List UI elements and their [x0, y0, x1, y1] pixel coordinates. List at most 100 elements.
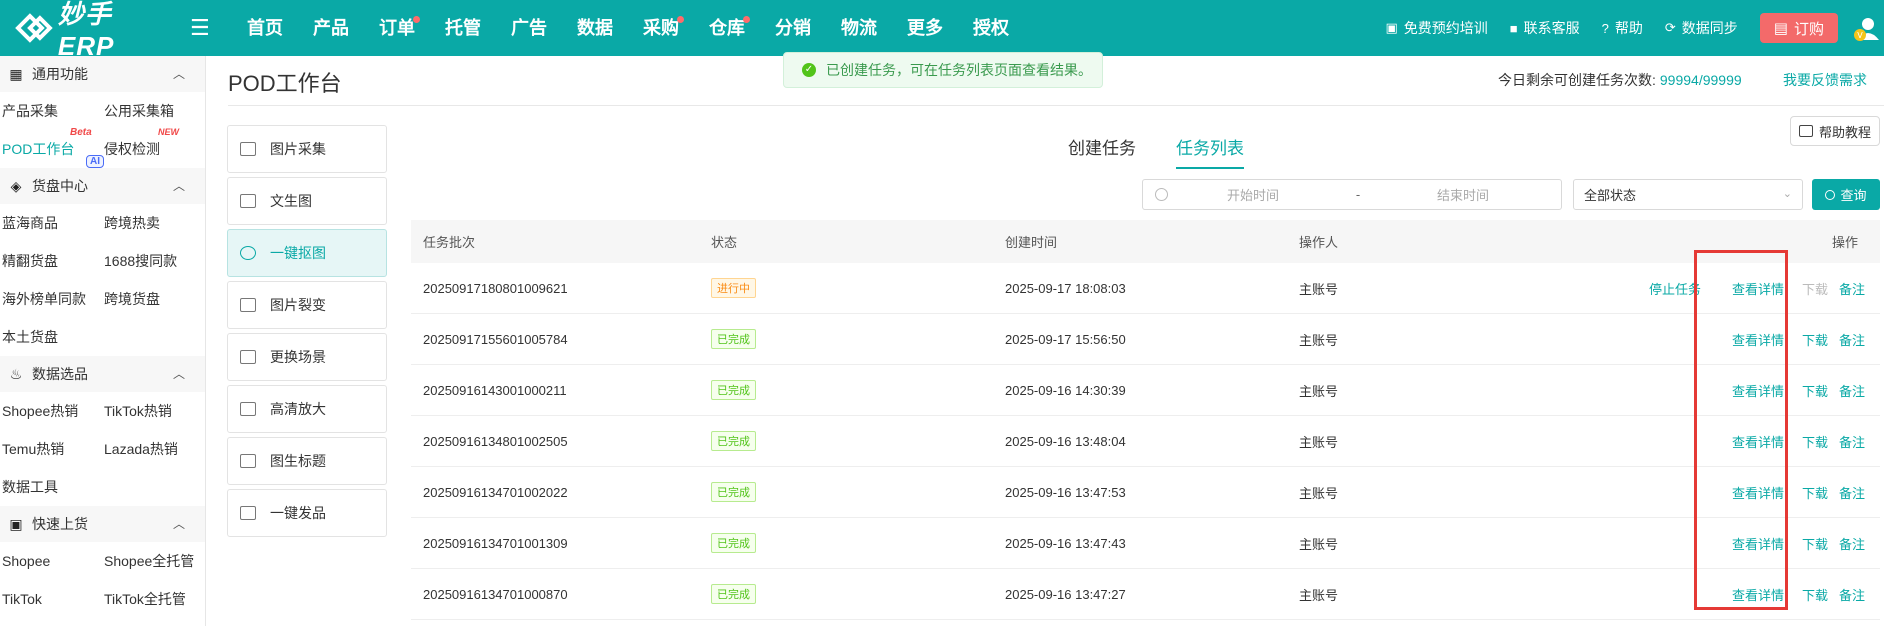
- note-link[interactable]: 备注: [1839, 381, 1865, 400]
- highlight-box: [1694, 250, 1788, 610]
- note-link[interactable]: 备注: [1839, 279, 1865, 298]
- tool-icon: [240, 350, 256, 364]
- sidebar-item[interactable]: Lazada热销: [102, 439, 204, 459]
- free-training-link[interactable]: ▣ 免费预约培训: [1386, 18, 1488, 38]
- table-row: 20250916134701001309 已完成 2025-09-16 13:47:…: [411, 518, 1880, 569]
- tab-task-list[interactable]: 任务列表: [1176, 134, 1244, 169]
- nav-item[interactable]: 采购: [628, 0, 694, 56]
- range-separator: -: [1355, 187, 1361, 202]
- sidebar-item[interactable]: 本土货盘: [0, 327, 102, 347]
- table-row: 20250916134701002022 已完成 2025-09-16 13:47:…: [411, 467, 1880, 518]
- sidebar-item[interactable]: 数据工具: [0, 477, 102, 497]
- sidebar-item[interactable]: TikTok全托管: [102, 589, 204, 609]
- sidebar-section-header[interactable]: ▣ 快速上货 ︿: [0, 506, 205, 542]
- sidebar-item[interactable]: TikTok: [0, 591, 102, 607]
- table-row: 20250916134801002505 已完成 2025-09-16 13:48:…: [411, 416, 1880, 467]
- notification-dot: [677, 16, 684, 23]
- sidebar-item[interactable]: 蓝海商品: [0, 213, 102, 233]
- sidebar-item[interactable]: 精翻货盘: [0, 251, 102, 271]
- sidebar-item[interactable]: TikTok热销: [102, 401, 204, 421]
- query-button[interactable]: 查询: [1812, 179, 1880, 210]
- task-table: 任务批次 状态 创建时间 操作人 操作 20250917180801009621…: [411, 220, 1880, 620]
- logo[interactable]: 妙手ERP: [8, 0, 168, 62]
- sidebar-item[interactable]: Shopee: [0, 553, 102, 569]
- date-range-picker[interactable]: 开始时间 - 结束时间: [1142, 179, 1562, 210]
- status-select[interactable]: 全部状态 ⌄: [1573, 179, 1803, 210]
- start-time-input[interactable]: 开始时间: [1178, 185, 1328, 204]
- batch-id: 20250916134701000870: [423, 586, 568, 602]
- download-link[interactable]: 下载: [1802, 585, 1828, 604]
- sidebar-row: POD工作台 Beta AI 侵权检测 NEW: [0, 127, 205, 168]
- feedback-link[interactable]: 我要反馈需求: [1783, 70, 1867, 90]
- sidebar-section-header[interactable]: ◈ 货盘中心 ︿: [0, 168, 205, 204]
- note-link[interactable]: 备注: [1839, 585, 1865, 604]
- tab-create-task[interactable]: 创建任务: [1068, 134, 1136, 169]
- nav-item[interactable]: 更多: [892, 0, 958, 56]
- data-sync-link[interactable]: ⟳ 数据同步: [1665, 18, 1738, 38]
- tool-item[interactable]: 图片裂变: [227, 281, 387, 329]
- sidebar-item[interactable]: 公用采集箱: [102, 101, 204, 121]
- sidebar-item[interactable]: 侵权检测 NEW: [102, 127, 204, 159]
- status-badge: 进行中: [711, 278, 756, 298]
- tool-item[interactable]: 一键抠图: [227, 229, 387, 277]
- download-link[interactable]: 下载: [1802, 381, 1828, 400]
- sidebar-item-label: POD工作台: [2, 141, 75, 157]
- sidebar-section-header[interactable]: ♨ 数据选品 ︿: [0, 356, 205, 392]
- created-time: 2025-09-17 18:08:03: [1005, 280, 1126, 296]
- sidebar-item[interactable]: Temu热销: [0, 439, 102, 459]
- sidebar-section-header[interactable]: ▦ 通用功能 ︿: [0, 56, 205, 92]
- nav-item[interactable]: 授权: [958, 0, 1024, 56]
- table-row: 20250917155601005784 已完成 2025-09-17 15:56:…: [411, 314, 1880, 365]
- sync-icon: ⟳: [1664, 20, 1676, 35]
- tool-icon: [240, 194, 256, 208]
- sidebar-item[interactable]: Shopee热销: [0, 401, 102, 421]
- tool-item[interactable]: 高清放大: [227, 385, 387, 433]
- sidebar-item-label: 1688搜同款: [104, 253, 178, 269]
- contact-support-link[interactable]: ■ 联系客服: [1510, 18, 1580, 38]
- tool-item[interactable]: 更换场景: [227, 333, 387, 381]
- nav-item[interactable]: 托管: [430, 0, 496, 56]
- help-tutorial-button[interactable]: 帮助教程: [1790, 116, 1880, 146]
- download-link[interactable]: 下载: [1802, 534, 1828, 553]
- help-link[interactable]: ? 帮助: [1602, 18, 1643, 38]
- note-link[interactable]: 备注: [1839, 483, 1865, 502]
- nav-item[interactable]: 物流: [826, 0, 892, 56]
- note-link[interactable]: 备注: [1839, 330, 1865, 349]
- user-avatar[interactable]: V: [1852, 14, 1880, 42]
- sidebar-item[interactable]: 海外榜单同款: [0, 289, 102, 309]
- end-time-input[interactable]: 结束时间: [1388, 185, 1538, 204]
- sidebar-item-label: 数据工具: [2, 479, 58, 495]
- sidebar-item[interactable]: 跨境货盘: [102, 289, 204, 309]
- tool-item[interactable]: 图生标题: [227, 437, 387, 485]
- sidebar-item[interactable]: Shopee全托管: [102, 551, 204, 571]
- download-link[interactable]: 下载: [1802, 483, 1828, 502]
- download-link[interactable]: 下载: [1802, 330, 1828, 349]
- sidebar-item[interactable]: 跨境热卖: [102, 213, 204, 233]
- download-link[interactable]: 下载: [1802, 432, 1828, 451]
- sidebar-item[interactable]: 1688搜同款: [102, 251, 204, 271]
- sidebar-item-label: TikTok: [2, 591, 42, 607]
- operator: 主账号: [1299, 383, 1339, 399]
- note-link[interactable]: 备注: [1839, 534, 1865, 553]
- sidebar-item[interactable]: POD工作台 Beta AI: [0, 127, 104, 168]
- note-link[interactable]: 备注: [1839, 432, 1865, 451]
- nav-item[interactable]: 仓库: [694, 0, 760, 56]
- nav-label: 广告: [511, 18, 547, 38]
- hamburger-menu-icon[interactable]: ☰: [190, 15, 220, 41]
- nav-item[interactable]: 订单: [364, 0, 430, 56]
- tool-item[interactable]: 一键发品: [227, 489, 387, 537]
- section-title: 数据选品: [32, 366, 88, 382]
- tool-icon: [240, 246, 256, 260]
- nav-item[interactable]: 分销: [760, 0, 826, 56]
- tool-item[interactable]: 图片采集: [227, 125, 387, 173]
- tool-item[interactable]: 文生图: [227, 177, 387, 225]
- nav-item[interactable]: 广告: [496, 0, 562, 56]
- nav-item[interactable]: 首页: [232, 0, 298, 56]
- page-title: POD工作台: [228, 71, 342, 96]
- tool-icon: [240, 506, 256, 520]
- sidebar-item[interactable]: 产品采集: [0, 101, 102, 121]
- order-button[interactable]: ▤ 订购: [1759, 13, 1838, 43]
- tool-label: 文生图: [270, 193, 312, 209]
- nav-item[interactable]: 数据: [562, 0, 628, 56]
- nav-item[interactable]: 产品: [298, 0, 364, 56]
